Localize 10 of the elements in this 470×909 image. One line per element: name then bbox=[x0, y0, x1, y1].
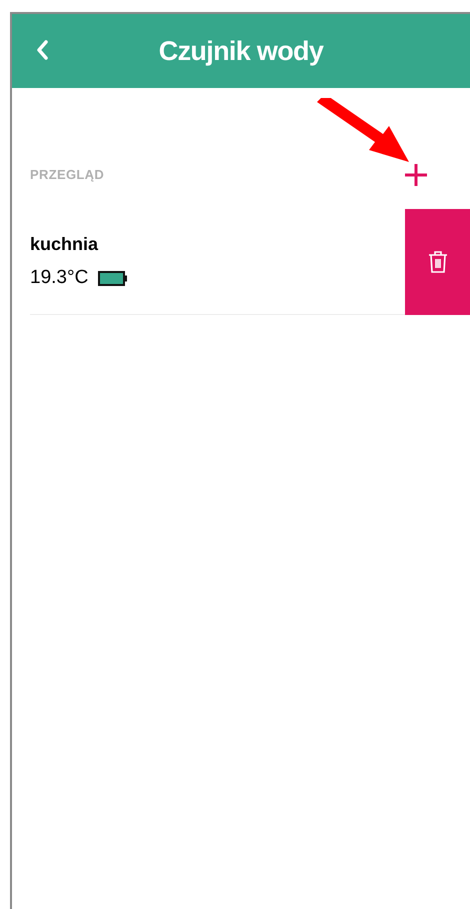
section-label: PRZEGLĄD bbox=[30, 166, 104, 184]
plus-icon bbox=[404, 163, 428, 187]
back-icon bbox=[35, 39, 49, 61]
add-button[interactable] bbox=[402, 161, 430, 189]
battery-icon bbox=[98, 270, 128, 286]
sensor-name: kuchnia bbox=[30, 232, 100, 256]
trash-icon bbox=[428, 250, 448, 274]
delete-button[interactable] bbox=[405, 209, 470, 315]
temperature-reading: 19.3°C bbox=[30, 266, 88, 290]
window-title: Czujnik wody bbox=[158, 34, 324, 68]
